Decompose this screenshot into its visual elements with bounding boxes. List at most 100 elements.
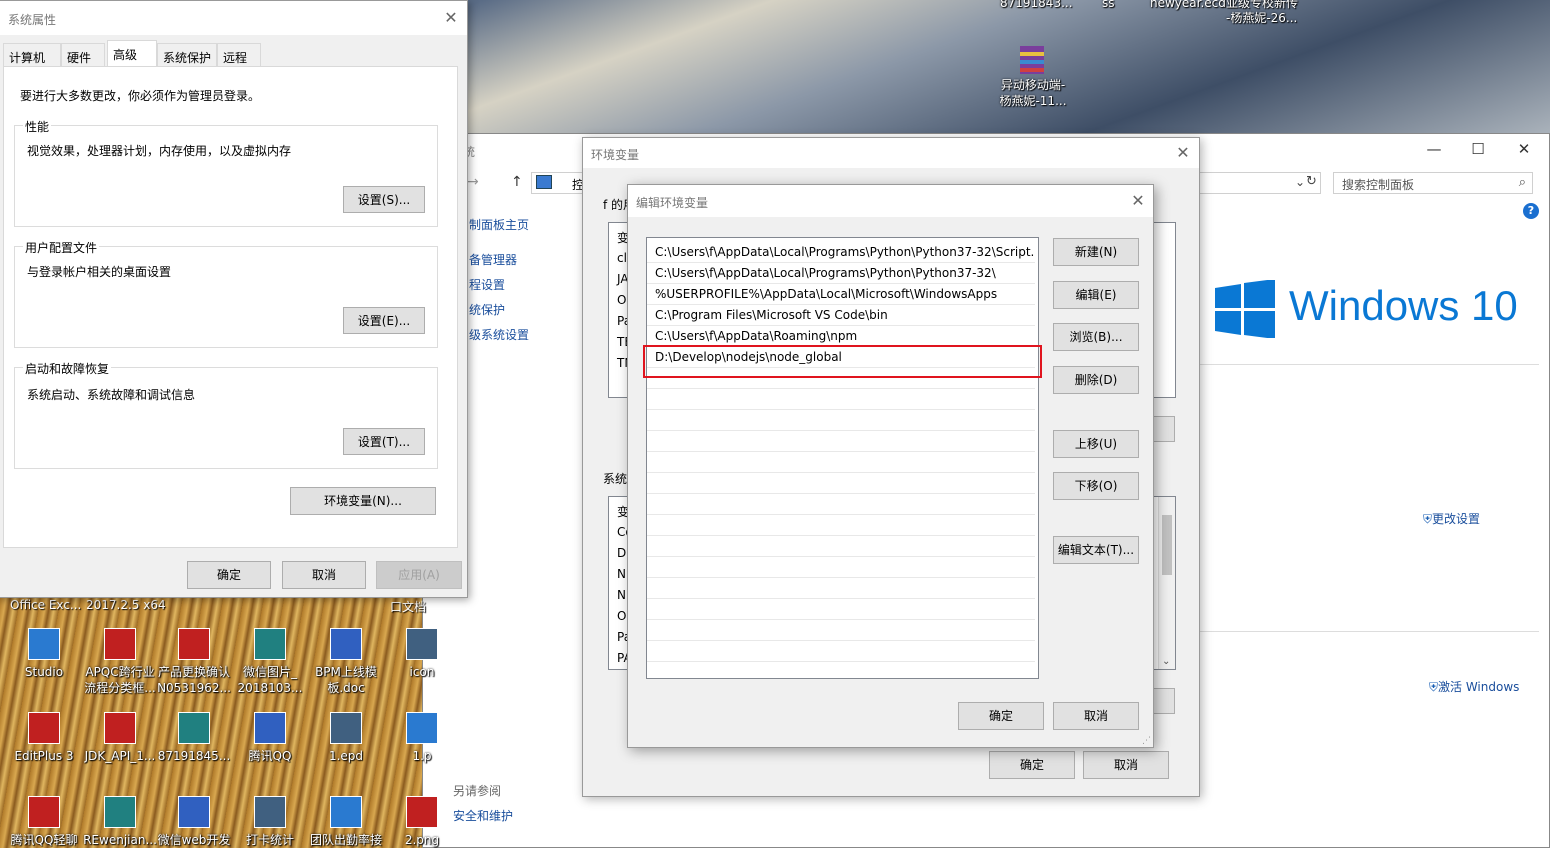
group-title: 用户配置文件 — [23, 239, 100, 256]
divider — [1193, 631, 1539, 632]
tab-system-protection[interactable]: 系统保护 — [157, 43, 217, 67]
empty-row[interactable] — [647, 578, 1035, 599]
close-icon[interactable]: ✕ — [1171, 142, 1195, 164]
file-icon — [28, 712, 60, 744]
startup-settings-button[interactable]: 设置(T)... — [343, 428, 425, 455]
scrollbar-thumb[interactable] — [1162, 515, 1172, 575]
desktop-icon-label[interactable]: newyear.ecd — [1150, 0, 1226, 11]
empty-row[interactable] — [647, 452, 1035, 473]
desktop-icon-label: 腾讯QQ — [248, 749, 292, 763]
nav-link-home[interactable]: 制面板主页 — [469, 216, 529, 233]
list-item[interactable]: C:\Program Files\Microsoft VS Code\bin — [647, 305, 1035, 326]
ok-button[interactable]: 确定 — [187, 561, 271, 589]
chevron-down-icon[interactable]: ⌄ — [1162, 656, 1170, 667]
empty-row[interactable] — [647, 410, 1035, 431]
help-icon[interactable]: ? — [1523, 203, 1539, 219]
desktop-icon-label[interactable]: -杨燕妮-26... — [1226, 10, 1297, 26]
group-description: 系统启动、系统故障和调试信息 — [27, 388, 196, 402]
resize-grip-icon[interactable]: ⋰ — [1142, 736, 1151, 746]
delete-button[interactable]: 删除(D) — [1053, 366, 1139, 394]
search-input[interactable]: 搜索控制面板 ⌕ — [1333, 172, 1533, 194]
desktop-icon-label: 产品更换确认 — [157, 665, 230, 679]
file-icon — [330, 796, 362, 828]
move-down-button[interactable]: 下移(O) — [1053, 472, 1139, 500]
list-item[interactable]: %USERPROFILE%\AppData\Local\Microsoft\Wi… — [647, 284, 1035, 305]
cancel-button[interactable]: 取消 — [282, 561, 366, 589]
new-button[interactable]: 新建(N) — [1053, 238, 1139, 266]
empty-row[interactable] — [647, 599, 1035, 620]
user-profiles-settings-button[interactable]: 设置(E)... — [343, 307, 425, 334]
ok-button[interactable]: 确定 — [989, 751, 1075, 779]
empty-row[interactable] — [647, 620, 1035, 641]
list-item[interactable]: C:\Users\f\AppData\Local\Programs\Python… — [647, 242, 1035, 263]
file-icon — [178, 712, 210, 744]
search-placeholder: 搜索控制面板 — [1342, 178, 1415, 192]
empty-row[interactable] — [647, 494, 1035, 515]
file-icon — [406, 796, 438, 828]
up-arrow-icon[interactable]: ↑ — [511, 174, 523, 190]
empty-row[interactable] — [647, 473, 1035, 494]
file-icon — [28, 628, 60, 660]
scrollbar[interactable]: ⌄ — [1158, 497, 1175, 669]
desktop-icon-label: N0531962... — [157, 681, 231, 695]
empty-row[interactable] — [647, 431, 1035, 452]
desktop-icon-label: icon — [409, 665, 435, 679]
highlight-annotation — [643, 345, 1042, 378]
cancel-button[interactable]: 取消 — [1053, 702, 1139, 730]
tab-remote[interactable]: 远程 — [217, 43, 261, 67]
desktop-icon-label[interactable]: Office Exc... — [10, 598, 81, 612]
cancel-button[interactable]: 取消 — [1083, 751, 1169, 779]
edit-text-button[interactable]: 编辑文本(T)... — [1053, 536, 1139, 564]
security-maintenance-link[interactable]: 安全和维护 — [453, 807, 513, 824]
minimize-icon[interactable]: — — [1411, 134, 1457, 164]
forward-arrow-icon[interactable]: → — [467, 174, 479, 190]
desktop-icon-label[interactable]: ss — [1102, 0, 1115, 11]
empty-row[interactable] — [647, 536, 1035, 557]
desktop-icon-label: 2.png — [404, 833, 440, 847]
path-entries-list[interactable]: C:\Users\f\AppData\Local\Programs\Python… — [646, 237, 1039, 679]
list-item[interactable]: C:\Users\f\AppData\Roaming\npm — [647, 326, 1035, 347]
desktop-icon-label[interactable]: 2017.2.5 x64 — [86, 598, 166, 612]
close-icon[interactable]: ✕ — [1126, 190, 1150, 212]
tab-advanced[interactable]: 高级 — [107, 40, 157, 67]
ok-button[interactable]: 确定 — [958, 702, 1044, 730]
group-description: 与登录帐户相关的桌面设置 — [27, 265, 172, 279]
group-title: 性能 — [23, 118, 52, 135]
move-up-button[interactable]: 上移(U) — [1053, 430, 1139, 458]
empty-row[interactable] — [647, 641, 1035, 662]
nav-link-device-manager[interactable]: 备管理器 — [469, 251, 517, 268]
empty-row[interactable] — [647, 389, 1035, 410]
close-icon[interactable]: ✕ — [1501, 134, 1547, 164]
empty-row[interactable] — [647, 515, 1035, 536]
empty-row[interactable] — [647, 557, 1035, 578]
refresh-icon[interactable]: ↻ — [1306, 174, 1317, 189]
environment-variables-button[interactable]: 环境变量(N)... — [290, 487, 436, 515]
edit-button[interactable]: 编辑(E) — [1053, 281, 1139, 309]
tab-computer-name[interactable]: 计算机名 — [3, 43, 61, 82]
performance-settings-button[interactable]: 设置(S)... — [343, 186, 425, 213]
nav-link-protection[interactable]: 统保护 — [469, 301, 505, 318]
close-icon[interactable]: ✕ — [439, 7, 463, 29]
desktop-icon-label: EditPlus 3 — [14, 749, 74, 763]
change-settings-link[interactable]: ⛨更改设置 — [1423, 510, 1480, 527]
tab-hardware[interactable]: 硬件 — [61, 43, 105, 67]
nav-link-advanced[interactable]: 级系统设置 — [469, 326, 529, 343]
desktop-icon-label: JDK_API_1... — [84, 749, 156, 763]
chevron-down-icon[interactable]: ⌄ — [1295, 175, 1305, 189]
nav-link-remote[interactable]: 程设置 — [469, 276, 505, 293]
desktop-icon-label[interactable]: 口文档 — [390, 598, 426, 615]
desktop-icon-label: 微信web开发 — [157, 833, 231, 847]
apply-button[interactable]: 应用(A) — [376, 561, 462, 589]
file-icon — [104, 628, 136, 660]
tab-panel-advanced: 要进行大多数更改，你必须作为管理员登录。 性能 视觉效果，处理器计划，内存使用，… — [3, 66, 458, 548]
titlebar: 编辑环境变量 — [628, 185, 1153, 217]
browse-button[interactable]: 浏览(B)... — [1053, 323, 1139, 351]
maximize-icon[interactable]: ☐ — [1455, 134, 1501, 164]
window-title: 编辑环境变量 — [636, 196, 709, 210]
titlebar: 环境变量 — [583, 138, 1199, 168]
list-item[interactable]: C:\Users\f\AppData\Local\Programs\Python… — [647, 263, 1035, 284]
desktop-icon-label[interactable]: 87191843... — [1000, 0, 1073, 11]
desktop-icon-label: APQC跨行业 — [85, 665, 155, 679]
titlebar: 系统属性 — [0, 1, 467, 35]
activate-windows-link[interactable]: ⛨激活 Windows — [1429, 678, 1519, 695]
